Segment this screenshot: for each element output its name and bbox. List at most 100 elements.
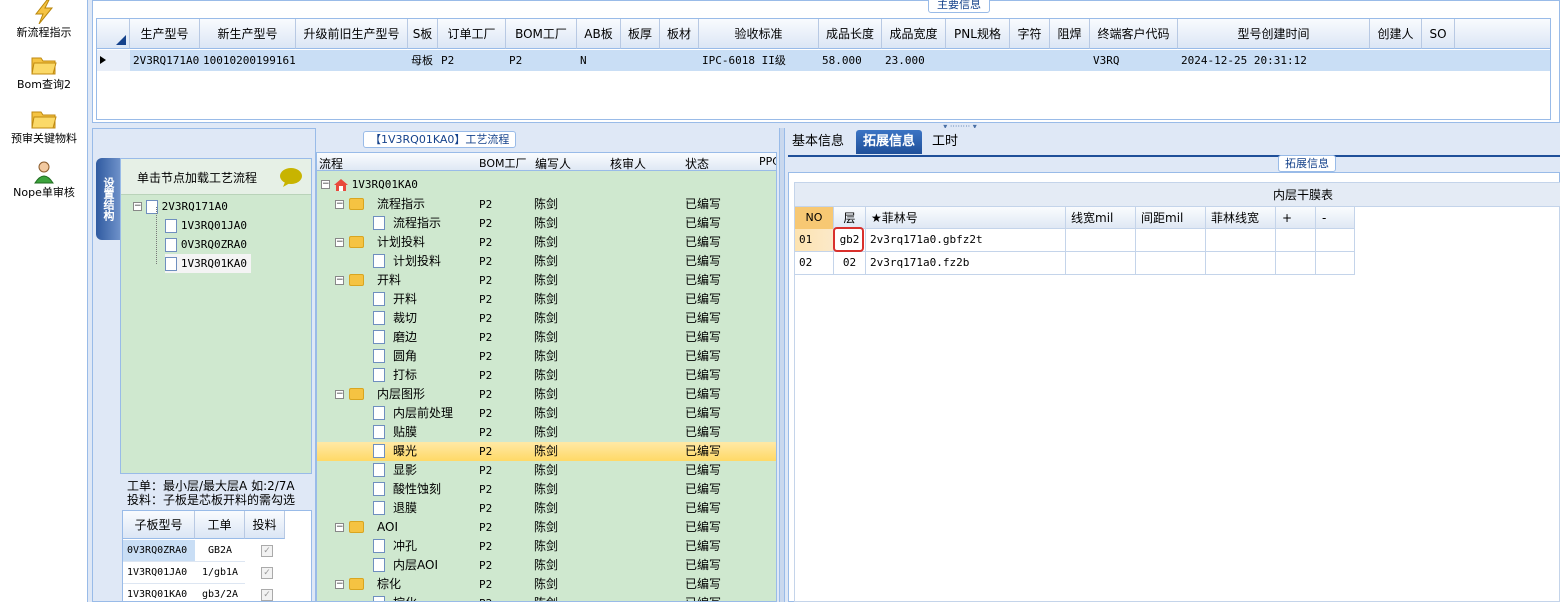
collapse-icon[interactable]: − [335,276,344,285]
col-header[interactable]: PNL规格 [946,19,1010,49]
process-row[interactable]: 计划投料 P2 陈剑 已编写 [317,252,776,271]
col-header[interactable]: 字符 [1010,19,1050,49]
process-row[interactable]: 退膜 P2 陈剑 已编写 [317,499,776,518]
table-cell[interactable]: 1/gb1A [195,562,245,584]
process-row[interactable]: 酸性蚀刻 P2 陈剑 已编写 [317,480,776,499]
tab-work-hours[interactable]: 工时 [925,130,965,154]
col-header[interactable]: PPC [759,155,776,168]
table-cell[interactable] [1065,229,1135,251]
col-header[interactable]: 菲林线宽 [1205,207,1275,229]
toolbar-item-nope-review[interactable]: Nope单审核 [0,160,88,200]
table-cell[interactable]: 23.000 [882,50,946,71]
tab-structure[interactable]: 设置结构 [96,158,120,240]
collapse-icon[interactable]: − [133,202,142,211]
tab-extended-info[interactable]: 拓展信息 [856,130,923,154]
table-cell[interactable]: gb3/2A [195,584,245,601]
table-cell[interactable] [1275,252,1315,274]
process-row[interactable]: 显影 P2 陈剑 已编写 [317,461,776,480]
table-cell[interactable]: 02 [795,252,833,274]
table-cell[interactable]: 2v3rq171a0.fz2b [865,252,1065,274]
col-header[interactable]: BOM工厂 [506,19,577,49]
collapse-icon[interactable]: − [335,238,344,247]
col-header[interactable]: 状态 [685,155,709,172]
table-cell[interactable] [296,50,408,71]
process-row[interactable]: − 棕化 P2 陈剑 已编写 [317,575,776,594]
col-header[interactable]: 成品宽度 [882,19,946,49]
table-cell[interactable]: 2V3RQ171A0 [130,50,200,71]
table-cell[interactable] [1315,252,1355,274]
col-header[interactable]: 成品长度 [819,19,882,49]
process-row[interactable]: 冲孔 P2 陈剑 已编写 [317,537,776,556]
table-cell[interactable]: IPC-6018 II级 [699,50,819,71]
col-header[interactable]: 间距mil [1135,207,1205,229]
table-cell[interactable] [1135,229,1205,251]
table-cell[interactable]: 2v3rq171a0.gbfz2t [865,229,1065,251]
process-row[interactable]: − 计划投料 P2 陈剑 已编写 [317,233,776,252]
col-header[interactable]: 新生产型号 [200,19,296,49]
table-cell[interactable]: N [577,50,621,71]
col-header[interactable]: BOM工厂 [479,155,527,171]
tree-node[interactable]: 1V3RQ01JA0 [165,216,247,235]
collapse-icon[interactable]: − [335,200,344,209]
process-row-selected[interactable]: 曝光 P2 陈剑 已编写 [317,442,776,461]
table-cell[interactable]: 10010200199161 [200,50,296,71]
table-cell[interactable]: 58.000 [819,50,882,71]
col-header[interactable]: 编写人 [535,155,571,172]
process-row[interactable]: − AOI P2 陈剑 已编写 [317,518,776,537]
table-cell[interactable] [1065,252,1135,274]
col-header[interactable]: S板 [408,19,438,49]
collapse-icon[interactable]: − [335,390,344,399]
process-row[interactable]: 流程指示 P2 陈剑 已编写 [317,214,776,233]
col-header[interactable]: 板厚 [621,19,660,49]
process-row[interactable]: − 内层图形 P2 陈剑 已编写 [317,385,776,404]
col-header[interactable]: 核审人 [610,155,646,172]
col-header[interactable]: 板材 [660,19,699,49]
table-cell[interactable]: P2 [506,50,577,71]
feed-checkbox[interactable]: ✓ [261,545,273,557]
table-cell[interactable] [1205,229,1275,251]
collapse-icon[interactable]: − [321,180,330,189]
table-row[interactable]: 02 02 2v3rq171a0.fz2b [795,252,1355,275]
process-row[interactable]: 贴膜 P2 陈剑 已编写 [317,423,776,442]
col-header[interactable]: 子板型号 [123,511,195,539]
col-header[interactable]: 型号创建时间 [1178,19,1370,49]
collapse-icon[interactable]: − [335,523,344,532]
toolbar-item-bom-query[interactable]: Bom查询2 [0,52,88,92]
process-root-node[interactable]: − 1V3RQ01KA0 [321,177,418,191]
col-header[interactable]: 工单 [195,511,245,539]
table-cell[interactable]: 2024-12-25 20:31:12 [1178,50,1370,71]
col-header[interactable]: ★菲林号 [865,207,1065,229]
table-cell[interactable] [1205,252,1275,274]
col-header[interactable]: 层 [833,207,865,229]
col-header[interactable]: 流程 [319,155,343,172]
process-row[interactable]: 圆角 P2 陈剑 已编写 [317,347,776,366]
table-cell[interactable] [1135,252,1205,274]
table-cell[interactable]: 1V3RQ01JA0 [123,562,195,584]
col-header[interactable]: 订单工厂 [438,19,506,49]
table-cell[interactable]: V3RQ [1090,50,1178,71]
table-cell[interactable] [1275,229,1315,251]
process-row[interactable]: 内层前处理 P2 陈剑 已编写 [317,404,776,423]
col-header[interactable]: 创建人 [1370,19,1422,49]
col-header[interactable]: SO [1422,19,1455,49]
tree-node[interactable]: 0V3RQ0ZRA0 [165,235,247,254]
layer-cell[interactable]: 02 [833,252,865,274]
table-cell[interactable]: 1V3RQ01KA0 [123,584,195,601]
add-row-button[interactable]: + [1275,207,1315,229]
process-row[interactable]: 棕化 P2 陈剑 已编写 [317,594,776,601]
feed-checkbox[interactable]: ✓ [261,567,273,579]
col-header[interactable]: 投料 [245,511,285,539]
table-cell[interactable]: 01 [795,229,833,251]
col-header[interactable]: 验收标准 [699,19,819,49]
toolbar-item-new-flow[interactable]: 新流程指示 [0,0,88,40]
col-header[interactable]: 升级前旧生产型号 [296,19,408,49]
col-header[interactable]: NO [795,207,833,229]
toolbar-item-pre-review[interactable]: 预审关键物料 [0,106,88,146]
tab-basic-info[interactable]: 基本信息 [785,130,851,154]
feed-checkbox[interactable]: ✓ [261,589,273,601]
table-cell[interactable] [1315,229,1355,251]
process-row[interactable]: 开料 P2 陈剑 已编写 [317,290,776,309]
table-cell[interactable]: 母板 [408,50,438,71]
table-cell[interactable]: P2 [438,50,506,71]
tree-node[interactable]: − 2V3RQ171A0 [133,197,228,216]
